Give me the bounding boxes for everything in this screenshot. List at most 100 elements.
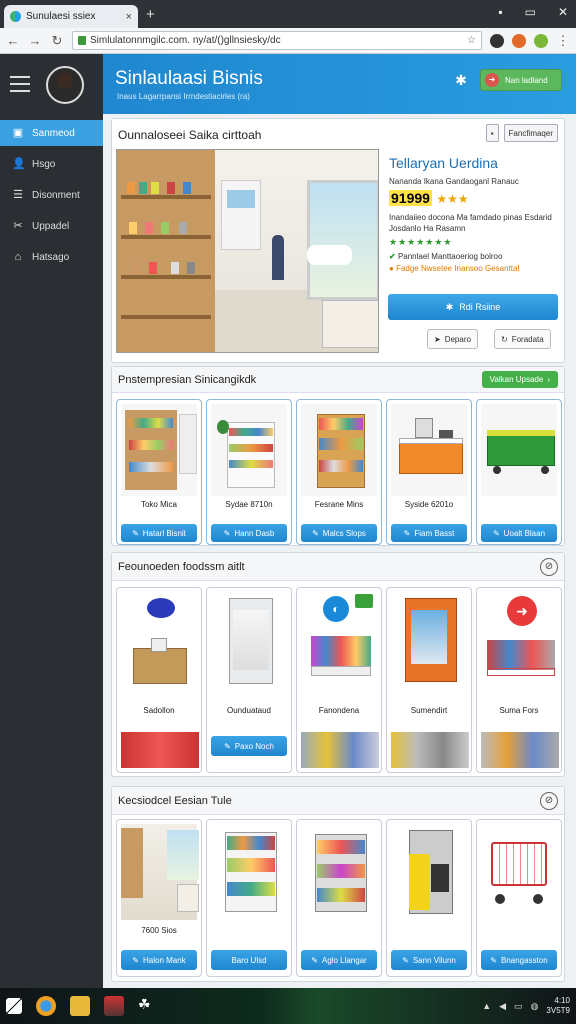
page-subtitle: Inaus Lagarrpansi Irrndestiacirles (ra) — [117, 92, 250, 101]
square-button[interactable]: ▪ — [485, 124, 499, 142]
list-item[interactable]: ✎ Aglo Llangar — [296, 819, 382, 977]
tile-button[interactable]: ✎ Paxo Noch — [211, 736, 287, 756]
minimize-icon[interactable]: ▪ — [498, 5, 502, 19]
price: 91999 — [389, 190, 432, 206]
store-photo — [116, 149, 379, 353]
url-input[interactable]: Simlulatonnmgilc.com. ny/at/()gllnsiesky… — [72, 31, 482, 50]
extension-icon[interactable] — [534, 33, 548, 48]
menu-icon[interactable]: ⋮ — [556, 33, 570, 49]
edit-icon: ✎ — [224, 741, 231, 751]
hamburger-menu-icon[interactable] — [10, 76, 30, 97]
product-name: Tellaryan Uerdina — [389, 155, 498, 171]
maximize-icon[interactable]: ▭ — [525, 5, 536, 19]
status-warn: ● Fadge Nwsetee Inansoo Gesanttal — [389, 264, 561, 273]
list-item[interactable]: ➜ Suma Fors — [476, 587, 562, 773]
close-window-icon[interactable]: ✕ — [558, 5, 568, 19]
compass-icon[interactable]: ⊘ — [540, 791, 558, 810]
compass-icon[interactable]: ⊘ — [540, 557, 558, 576]
tile-button[interactable]: ✎ Malcs Slops — [301, 524, 377, 542]
rating-stars: ★★★ — [436, 192, 469, 206]
close-tab-icon[interactable]: × — [126, 11, 132, 23]
avatar[interactable] — [46, 66, 84, 104]
clock-time: 4:10 — [554, 996, 570, 1005]
tile-button-label: Sann Vilunn — [412, 955, 456, 965]
extension-icon[interactable] — [512, 33, 526, 48]
edit-icon: ✎ — [223, 528, 231, 538]
browser-taskbar-icon[interactable] — [36, 996, 56, 1016]
clock[interactable]: 4:10 3V5T9 — [546, 996, 570, 1016]
list-item[interactable]: ✎ Uoalt Blaan — [476, 399, 562, 545]
list-item[interactable]: Fesrane Mins ✎ Malcs Slops — [296, 399, 382, 545]
tile-button[interactable]: ✎ Hann Dasb — [211, 524, 287, 542]
tile-button[interactable]: ✎ Aglo Llangar — [301, 950, 377, 970]
primary-action-button[interactable]: ✱ Rdi Rsiine — [388, 294, 558, 320]
status-ok-text: Pannlael Manttaoeriog bolroo — [397, 252, 503, 261]
volume-icon[interactable]: ◀ — [499, 1001, 506, 1012]
tile-label: Toko Mica — [140, 500, 177, 509]
tile-button-label: Aglo Llangar — [321, 955, 367, 965]
list-item[interactable]: Sydae 8710n ✎ Hann Dasb — [206, 399, 292, 545]
tile-button[interactable]: ✎ Fiam Basst — [391, 524, 467, 542]
tile-button[interactable]: Baro Ulsd — [211, 950, 287, 970]
list-item[interactable]: Toko Mica ✎ Hatarl Bisnit — [116, 399, 202, 545]
browser-tab[interactable]: Sunulaesi ssiex × — [4, 5, 138, 28]
new-tab-icon[interactable]: + — [146, 6, 155, 23]
windows-start-icon[interactable] — [6, 998, 22, 1014]
system-tray: ▲ ◀ ▭ ◍ 4:10 3V5T9 — [482, 996, 570, 1016]
design-section: Kecsiodcel Eesian Tule ⊘ 7600 Sios ✎ Halo… — [111, 786, 565, 982]
tile-button[interactable]: ✎ Halon Mank — [121, 950, 197, 970]
settings-gear-icon[interactable]: ✱ — [453, 72, 469, 88]
display-rack-image — [211, 404, 287, 496]
tile-button-label: Bnangasston — [501, 955, 548, 965]
more-button[interactable]: Fancfimaqer — [503, 124, 558, 142]
header-action-button[interactable]: ➜ Nan ladland — [480, 69, 562, 91]
list-item[interactable]: Baro Ulsd — [206, 819, 292, 977]
sidebar-item-bank[interactable]: ⌂ Hatsago — [0, 244, 103, 270]
list-item[interactable]: 7600 Sios ✎ Halon Mank — [116, 819, 202, 977]
sidebar-item-label: Uppadel — [32, 220, 70, 232]
check-icon: ✔ — [389, 252, 398, 261]
sidebar-item-users[interactable]: 👤 Hsgo — [0, 151, 103, 177]
tile-button[interactable]: ✎ Hatarl Bisnit — [121, 524, 197, 542]
tile-button[interactable]: ✎ Sann Vilunn — [391, 950, 467, 970]
back-icon[interactable]: ← — [6, 33, 20, 48]
tile-button[interactable]: ✎ Bnangasston — [481, 950, 557, 970]
gondola-image — [301, 824, 377, 920]
upgrade-label: Valkan Upsade — [489, 375, 544, 384]
list-item[interactable]: ◐ Fanondena — [296, 587, 382, 773]
featured-title: Ounnaloseei Saika cirttoah — [118, 128, 262, 142]
sidebar-item-tools[interactable]: ✂ Uppadel — [0, 213, 103, 239]
notification-icon[interactable]: ◍ — [531, 1001, 539, 1012]
list-item[interactable]: ✎ Sann Vilunn — [386, 819, 472, 977]
address-bar-row: ← → ↻ Simlulatonnmgilc.com. ny/at/()glln… — [0, 28, 576, 54]
featured-card: Ounnaloseei Saika cirttoah ▪ Fancfimaqer — [111, 118, 565, 363]
upgrade-button[interactable]: Valkan Upsade › — [481, 371, 558, 388]
primary-action-label: Rdi Rsiine — [459, 302, 501, 312]
list-item[interactable]: Ounduataud ✎ Paxo Noch — [206, 587, 292, 773]
section-title: Pnstempresian Sinicangikdk — [118, 373, 257, 386]
list-item[interactable]: Sadollon — [116, 587, 202, 773]
up-arrow-icon[interactable]: ▲ — [482, 1001, 491, 1011]
list-item[interactable]: ✎ Bnangasston — [476, 819, 562, 977]
reload-icon[interactable]: ↻ — [50, 33, 64, 49]
tile-button-label: Halon Mank — [143, 955, 186, 965]
forward-icon[interactable]: → — [28, 33, 42, 48]
network-icon[interactable]: ▭ — [514, 1001, 523, 1012]
sidebar-item-list[interactable]: ☰ Disonment — [0, 182, 103, 208]
folder-icon[interactable] — [70, 996, 90, 1016]
data-button[interactable]: ↻ Foradata — [494, 329, 551, 349]
list-item[interactable]: Syside 6201o ✎ Fiam Basst — [386, 399, 472, 545]
list-item[interactable]: Sumendirt — [386, 587, 472, 773]
sidebar-item-dashboard[interactable]: ▣ Sanmeod — [0, 120, 103, 146]
deposit-button[interactable]: ➤ Deparo — [427, 329, 478, 349]
square-icon: ▪ — [490, 128, 494, 138]
app-icon[interactable] — [104, 996, 124, 1016]
extension-icon[interactable] — [490, 33, 504, 48]
taskbar: ☘ ▲ ◀ ▭ ◍ 4:10 3V5T9 — [0, 988, 576, 1024]
list-icon: ☰ — [13, 189, 23, 201]
tile-button-label: Malcs Slops — [322, 528, 366, 538]
leaf-icon[interactable]: ☘ — [138, 996, 158, 1016]
bookmark-star-icon[interactable]: ☆ — [467, 35, 476, 46]
tile-button[interactable]: ✎ Uoalt Blaan — [481, 524, 557, 542]
monitor-icon: ▣ — [12, 127, 24, 139]
